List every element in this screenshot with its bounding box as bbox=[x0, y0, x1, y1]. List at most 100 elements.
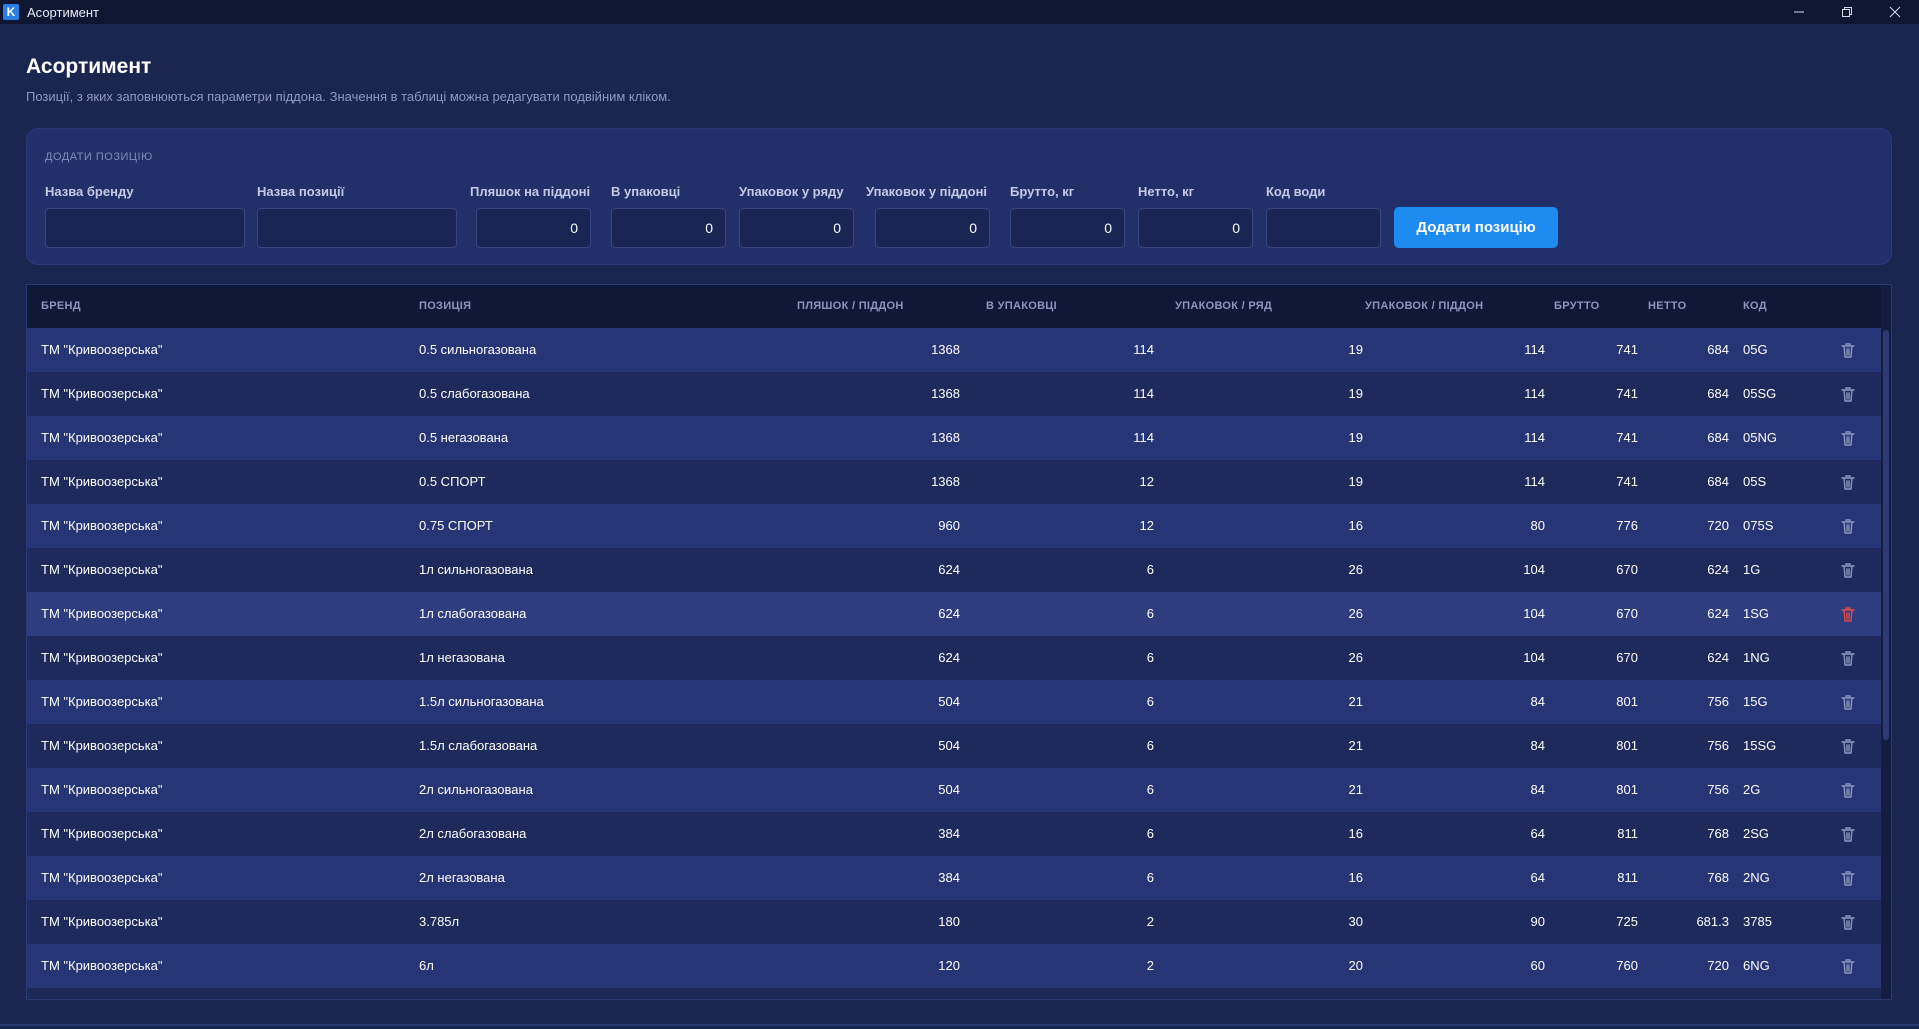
cell-packs-per-pallet[interactable]: 64 bbox=[1365, 870, 1545, 885]
table-row[interactable]: ТМ "Кривоозерська" 3.785л 180 2 30 90 725 681.3… bbox=[27, 900, 1882, 944]
scrollbar-thumb[interactable] bbox=[1883, 330, 1889, 740]
cell-gross[interactable]: 801 bbox=[1554, 694, 1638, 709]
table-row[interactable]: ТМ "Кривоозерська" 1л слабогазована 624 6 26… bbox=[27, 592, 1882, 636]
cell-bottles-per-pallet[interactable]: 1368 bbox=[797, 386, 960, 401]
delete-row-button[interactable] bbox=[1838, 604, 1858, 624]
cell-code[interactable]: 15SG bbox=[1743, 738, 1823, 753]
column-header-packs-per-row[interactable]: УПАКОВОК / РЯД bbox=[1175, 300, 1272, 312]
cell-brand[interactable]: ТМ "Кривоозерська" bbox=[41, 386, 401, 401]
table-row[interactable]: ТМ "Кривоозерська" 0.5 слабогазована 1368 1… bbox=[27, 372, 1882, 416]
column-header-net[interactable]: НЕТТО bbox=[1648, 300, 1687, 312]
cell-code[interactable]: 15G bbox=[1743, 694, 1823, 709]
table-row[interactable]: ТМ "Кривоозерська" 1л сильногазована 624 6 2… bbox=[27, 548, 1882, 592]
cell-in-pack[interactable]: 6 bbox=[986, 694, 1154, 709]
cell-net[interactable]: 684 bbox=[1648, 430, 1729, 445]
cell-bottles-per-pallet[interactable]: 624 bbox=[797, 650, 960, 665]
cell-position[interactable]: 3.785л bbox=[419, 914, 779, 929]
cell-bottles-per-pallet[interactable]: 384 bbox=[797, 870, 960, 885]
cell-code[interactable]: 05NG bbox=[1743, 430, 1823, 445]
cell-brand[interactable]: ТМ "Кривоозерська" bbox=[41, 430, 401, 445]
column-header-position[interactable]: ПОЗИЦІЯ bbox=[419, 300, 471, 312]
cell-packs-per-pallet[interactable]: 114 bbox=[1365, 430, 1545, 445]
cell-packs-per-row[interactable]: 19 bbox=[1175, 386, 1363, 401]
cell-packs-per-row[interactable]: 16 bbox=[1175, 870, 1363, 885]
delete-row-button[interactable] bbox=[1838, 340, 1858, 360]
cell-packs-per-pallet[interactable]: 90 bbox=[1365, 914, 1545, 929]
cell-bottles-per-pallet[interactable]: 384 bbox=[797, 826, 960, 841]
gross-input[interactable] bbox=[1010, 208, 1125, 248]
bottles-per-pallet-input[interactable] bbox=[476, 208, 591, 248]
cell-gross[interactable]: 776 bbox=[1554, 518, 1638, 533]
cell-packs-per-row[interactable]: 26 bbox=[1175, 606, 1363, 621]
cell-packs-per-row[interactable]: 21 bbox=[1175, 738, 1363, 753]
cell-net[interactable]: 684 bbox=[1648, 474, 1729, 489]
cell-bottles-per-pallet[interactable]: 624 bbox=[797, 606, 960, 621]
table-row[interactable]: ТМ "Кривоозерська" 1.5л сильногазована 504… bbox=[27, 680, 1882, 724]
table-row[interactable]: ТМ "Кривоозерська" 1.5л слабогазована 504 6… bbox=[27, 724, 1882, 768]
cell-packs-per-row[interactable]: 19 bbox=[1175, 342, 1363, 357]
cell-code[interactable]: 05G bbox=[1743, 342, 1823, 357]
cell-gross[interactable]: 725 bbox=[1554, 914, 1638, 929]
column-header-packs-per-pallet[interactable]: УПАКОВОК / ПІДДОН bbox=[1365, 300, 1483, 312]
cell-brand[interactable]: ТМ "Кривоозерська" bbox=[41, 518, 401, 533]
cell-gross[interactable]: 741 bbox=[1554, 386, 1638, 401]
table-scrollbar[interactable] bbox=[1881, 285, 1891, 999]
table-row[interactable]: ТМ "Кривоозерська" 0.5 негазована 1368 114 1… bbox=[27, 416, 1882, 460]
cell-net[interactable]: 768 bbox=[1648, 870, 1729, 885]
cell-packs-per-row[interactable]: 26 bbox=[1175, 562, 1363, 577]
cell-gross[interactable]: 801 bbox=[1554, 738, 1638, 753]
delete-row-button[interactable] bbox=[1838, 868, 1858, 888]
cell-in-pack[interactable]: 6 bbox=[986, 562, 1154, 577]
cell-position[interactable]: 2л слабогазована bbox=[419, 826, 779, 841]
table-row[interactable]: ТМ "Кривоозерська" 1л негазована 624 6 26 104… bbox=[27, 636, 1882, 680]
cell-code[interactable]: 3785 bbox=[1743, 914, 1823, 929]
cell-code[interactable]: 05S bbox=[1743, 474, 1823, 489]
cell-net[interactable]: 720 bbox=[1648, 518, 1729, 533]
cell-packs-per-pallet[interactable]: 84 bbox=[1365, 738, 1545, 753]
cell-position[interactable]: 0.5 негазована bbox=[419, 430, 779, 445]
delete-row-button[interactable] bbox=[1838, 736, 1858, 756]
cell-brand[interactable]: ТМ "Кривоозерська" bbox=[41, 914, 401, 929]
cell-in-pack[interactable]: 114 bbox=[986, 386, 1154, 401]
table-row[interactable]: ТМ "Кривоозерська" 0.5 сильногазована 1368… bbox=[27, 328, 1882, 372]
cell-code[interactable]: 2G bbox=[1743, 782, 1823, 797]
delete-row-button[interactable] bbox=[1838, 692, 1858, 712]
delete-row-button[interactable] bbox=[1838, 956, 1858, 976]
add-position-button[interactable]: Додати позицію bbox=[1394, 207, 1558, 248]
delete-row-button[interactable] bbox=[1838, 516, 1858, 536]
cell-code[interactable]: 1NG bbox=[1743, 650, 1823, 665]
cell-net[interactable]: 756 bbox=[1648, 738, 1729, 753]
cell-packs-per-pallet[interactable]: 64 bbox=[1365, 826, 1545, 841]
table-row[interactable]: ТМ "Кривоозерська" 2л сильногазована 504 6 2… bbox=[27, 768, 1882, 812]
cell-code[interactable]: 05SG bbox=[1743, 386, 1823, 401]
in-pack-input[interactable] bbox=[611, 208, 726, 248]
cell-in-pack[interactable]: 6 bbox=[986, 606, 1154, 621]
delete-row-button[interactable] bbox=[1838, 560, 1858, 580]
cell-packs-per-pallet[interactable]: 104 bbox=[1365, 650, 1545, 665]
cell-gross[interactable]: 801 bbox=[1554, 782, 1638, 797]
cell-gross[interactable]: 811 bbox=[1554, 826, 1638, 841]
cell-packs-per-row[interactable]: 19 bbox=[1175, 430, 1363, 445]
cell-packs-per-pallet[interactable]: 114 bbox=[1365, 474, 1545, 489]
cell-position[interactable]: 0.5 слабогазована bbox=[419, 386, 779, 401]
cell-packs-per-row[interactable]: 16 bbox=[1175, 518, 1363, 533]
cell-gross[interactable]: 670 bbox=[1554, 650, 1638, 665]
cell-brand[interactable]: ТМ "Кривоозерська" bbox=[41, 782, 401, 797]
cell-net[interactable]: 681.3 bbox=[1648, 914, 1729, 929]
cell-packs-per-pallet[interactable]: 80 bbox=[1365, 518, 1545, 533]
cell-packs-per-row[interactable]: 21 bbox=[1175, 782, 1363, 797]
cell-net[interactable]: 756 bbox=[1648, 694, 1729, 709]
cell-bottles-per-pallet[interactable]: 504 bbox=[797, 738, 960, 753]
cell-net[interactable]: 624 bbox=[1648, 562, 1729, 577]
cell-code[interactable]: 2NG bbox=[1743, 870, 1823, 885]
table-row[interactable]: ТМ "Кривоозерська" 2л слабогазована 384 6 16… bbox=[27, 812, 1882, 856]
cell-net[interactable]: 768 bbox=[1648, 826, 1729, 841]
cell-gross[interactable]: 760 bbox=[1554, 958, 1638, 973]
cell-packs-per-pallet[interactable]: 104 bbox=[1365, 606, 1545, 621]
cell-in-pack[interactable]: 114 bbox=[986, 430, 1154, 445]
water-code-input[interactable] bbox=[1266, 208, 1381, 248]
column-header-in-pack[interactable]: В УПАКОВЦІ bbox=[986, 300, 1057, 312]
position-input[interactable] bbox=[257, 208, 457, 248]
table-row[interactable]: ТМ "Кривоозерська" 2л негазована 384 6 16 64 8… bbox=[27, 856, 1882, 900]
cell-position[interactable]: 1л сильногазована bbox=[419, 562, 779, 577]
